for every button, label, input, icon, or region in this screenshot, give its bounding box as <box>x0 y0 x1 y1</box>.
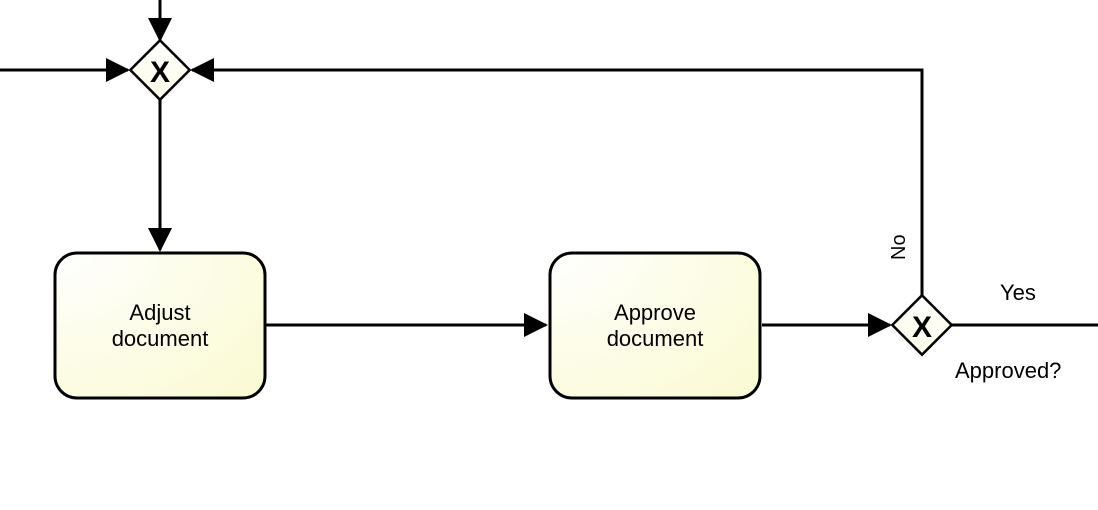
task-approve-line1: Approve <box>614 300 696 325</box>
gateway-decision-label: Approved? <box>955 358 1061 383</box>
task-approve: Approve document <box>550 253 760 398</box>
task-approve-line2: document <box>607 326 704 351</box>
edge-label-yes: Yes <box>1000 280 1036 305</box>
gateway-merge: X <box>130 40 189 99</box>
gateway-decision-marker: X <box>912 311 932 344</box>
task-adjust-line1: Adjust <box>129 300 190 325</box>
task-adjust: Adjust document <box>55 253 265 398</box>
gateway-decision: X <box>892 295 951 354</box>
edge-label-no: No <box>888 234 910 260</box>
gateway-merge-marker: X <box>150 56 170 89</box>
task-adjust-line2: document <box>112 326 209 351</box>
